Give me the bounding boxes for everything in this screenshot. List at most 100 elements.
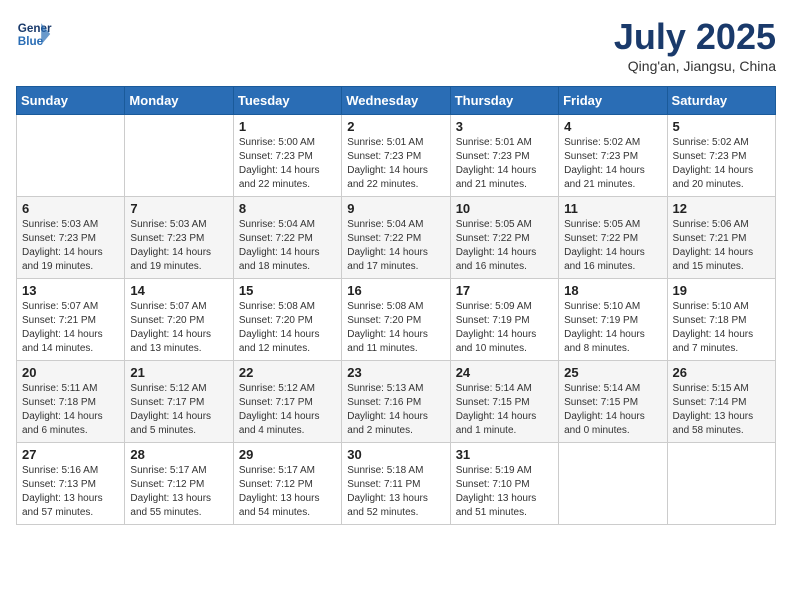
calendar-cell [17, 115, 125, 197]
day-number: 26 [673, 365, 770, 380]
day-number: 9 [347, 201, 444, 216]
weekday-header-saturday: Saturday [667, 87, 775, 115]
day-number: 15 [239, 283, 336, 298]
calendar-cell: 25Sunrise: 5:14 AM Sunset: 7:15 PM Dayli… [559, 361, 667, 443]
calendar-cell: 13 Sunrise: 5:07 AM Sunset: 7:21 PM Dayli… [17, 279, 125, 361]
calendar-cell: 15 Sunrise: 5:08 AM Sunset: 7:20 PM Dayli… [233, 279, 341, 361]
day-info: Sunrise: 5:17 AM Sunset: 7:12 PM Dayligh… [130, 464, 227, 520]
day-info: Sunrise: 5:05 AM Sunset: 7:22 PM Dayligh… [456, 218, 553, 274]
day-number: 22 [239, 365, 336, 380]
day-info: Sunrise: 5:05 AM Sunset: 7:22 PM Dayligh… [564, 218, 661, 274]
calendar-cell: 28 Sunrise: 5:17 AM Sunset: 7:12 PM Dayli… [125, 443, 233, 525]
day-info: Sunrise: 5:00 AM Sunset: 7:23 PM Dayligh… [239, 136, 336, 192]
day-info: Sunrise: 5:08 AM Sunset: 7:20 PM Dayligh… [347, 300, 444, 356]
day-info: Sunrise: 5:08 AM Sunset: 7:20 PM Dayligh… [239, 300, 336, 356]
logo: General Blue [16, 16, 52, 52]
day-info: Sunrise: 5:19 AM Sunset: 7:10 PM Dayligh… [456, 464, 553, 520]
weekday-header-friday: Friday [559, 87, 667, 115]
day-info: Sunrise: 5:14 AM Sunset: 7:15 PM Dayligh… [456, 382, 553, 438]
location: Qing'an, Jiangsu, China [614, 58, 776, 74]
calendar-cell [125, 115, 233, 197]
day-info: Sunrise: 5:18 AM Sunset: 7:11 PM Dayligh… [347, 464, 444, 520]
day-number: 24 [456, 365, 553, 380]
day-info: Sunrise: 5:15 AM Sunset: 7:14 PM Dayligh… [673, 382, 770, 438]
calendar-cell: 3 Sunrise: 5:01 AM Sunset: 7:23 PM Daylig… [450, 115, 558, 197]
week-row-2: 6 Sunrise: 5:03 AM Sunset: 7:23 PM Daylig… [17, 197, 776, 279]
calendar-cell: 27Sunrise: 5:16 AM Sunset: 7:13 PM Dayli… [17, 443, 125, 525]
weekday-header-wednesday: Wednesday [342, 87, 450, 115]
day-info: Sunrise: 5:14 AM Sunset: 7:15 PM Dayligh… [564, 382, 661, 438]
day-number: 6 [22, 201, 119, 216]
day-info: Sunrise: 5:07 AM Sunset: 7:20 PM Dayligh… [130, 300, 227, 356]
calendar-cell: 1 Sunrise: 5:00 AM Sunset: 7:23 PM Daylig… [233, 115, 341, 197]
day-number: 18 [564, 283, 661, 298]
day-number: 23 [347, 365, 444, 380]
calendar-cell: 16Sunrise: 5:08 AM Sunset: 7:20 PM Dayli… [342, 279, 450, 361]
day-info: Sunrise: 5:10 AM Sunset: 7:19 PM Dayligh… [564, 300, 661, 356]
day-number: 14 [130, 283, 227, 298]
day-info: Sunrise: 5:12 AM Sunset: 7:17 PM Dayligh… [239, 382, 336, 438]
day-number: 28 [130, 447, 227, 462]
weekday-header-thursday: Thursday [450, 87, 558, 115]
calendar-cell: 9Sunrise: 5:04 AM Sunset: 7:22 PM Daylig… [342, 197, 450, 279]
title-block: July 2025 Qing'an, Jiangsu, China [614, 16, 776, 74]
calendar-cell: 8 Sunrise: 5:04 AM Sunset: 7:22 PM Daylig… [233, 197, 341, 279]
calendar-cell: 24 Sunrise: 5:14 AM Sunset: 7:15 PM Dayli… [450, 361, 558, 443]
weekday-header-sunday: Sunday [17, 87, 125, 115]
calendar-cell: 30 Sunrise: 5:18 AM Sunset: 7:11 PM Dayli… [342, 443, 450, 525]
calendar-cell: 21Sunrise: 5:12 AM Sunset: 7:17 PM Dayli… [125, 361, 233, 443]
calendar-cell: 7Sunrise: 5:03 AM Sunset: 7:23 PM Daylig… [125, 197, 233, 279]
day-number: 3 [456, 119, 553, 134]
calendar-cell: 26 Sunrise: 5:15 AM Sunset: 7:14 PM Dayli… [667, 361, 775, 443]
day-number: 1 [239, 119, 336, 134]
logo-icon: General Blue [16, 16, 52, 52]
day-number: 10 [456, 201, 553, 216]
day-number: 13 [22, 283, 119, 298]
day-info: Sunrise: 5:07 AM Sunset: 7:21 PM Dayligh… [22, 300, 119, 356]
calendar-cell: 20 Sunrise: 5:11 AM Sunset: 7:18 PM Dayli… [17, 361, 125, 443]
day-info: Sunrise: 5:01 AM Sunset: 7:23 PM Dayligh… [456, 136, 553, 192]
calendar-cell [667, 443, 775, 525]
calendar-cell: 19Sunrise: 5:10 AM Sunset: 7:18 PM Dayli… [667, 279, 775, 361]
calendar-cell: 11 Sunrise: 5:05 AM Sunset: 7:22 PM Dayli… [559, 197, 667, 279]
day-info: Sunrise: 5:12 AM Sunset: 7:17 PM Dayligh… [130, 382, 227, 438]
day-info: Sunrise: 5:06 AM Sunset: 7:21 PM Dayligh… [673, 218, 770, 274]
calendar-cell: 17Sunrise: 5:09 AM Sunset: 7:19 PM Dayli… [450, 279, 558, 361]
svg-text:Blue: Blue [18, 35, 44, 48]
calendar-cell: 5Sunrise: 5:02 AM Sunset: 7:23 PM Daylig… [667, 115, 775, 197]
day-info: Sunrise: 5:03 AM Sunset: 7:23 PM Dayligh… [130, 218, 227, 274]
month-title: July 2025 [614, 16, 776, 58]
calendar-table: SundayMondayTuesdayWednesdayThursdayFrid… [16, 86, 776, 525]
week-row-4: 20 Sunrise: 5:11 AM Sunset: 7:18 PM Dayli… [17, 361, 776, 443]
day-info: Sunrise: 5:10 AM Sunset: 7:18 PM Dayligh… [673, 300, 770, 356]
calendar-cell: 31 Sunrise: 5:19 AM Sunset: 7:10 PM Dayli… [450, 443, 558, 525]
calendar-cell: 29 Sunrise: 5:17 AM Sunset: 7:12 PM Dayli… [233, 443, 341, 525]
day-info: Sunrise: 5:17 AM Sunset: 7:12 PM Dayligh… [239, 464, 336, 520]
day-info: Sunrise: 5:04 AM Sunset: 7:22 PM Dayligh… [239, 218, 336, 274]
day-number: 20 [22, 365, 119, 380]
day-number: 30 [347, 447, 444, 462]
page-header: General Blue July 2025 Qing'an, Jiangsu,… [16, 16, 776, 74]
day-number: 27 [22, 447, 119, 462]
calendar-cell [559, 443, 667, 525]
day-info: Sunrise: 5:03 AM Sunset: 7:23 PM Dayligh… [22, 218, 119, 274]
weekday-header-monday: Monday [125, 87, 233, 115]
calendar-cell: 23Sunrise: 5:13 AM Sunset: 7:16 PM Dayli… [342, 361, 450, 443]
day-number: 12 [673, 201, 770, 216]
day-number: 29 [239, 447, 336, 462]
calendar-cell: 22 Sunrise: 5:12 AM Sunset: 7:17 PM Dayli… [233, 361, 341, 443]
day-number: 31 [456, 447, 553, 462]
calendar-cell: 10 Sunrise: 5:05 AM Sunset: 7:22 PM Dayli… [450, 197, 558, 279]
weekday-header-tuesday: Tuesday [233, 87, 341, 115]
day-number: 8 [239, 201, 336, 216]
day-info: Sunrise: 5:11 AM Sunset: 7:18 PM Dayligh… [22, 382, 119, 438]
weekday-header-row: SundayMondayTuesdayWednesdayThursdayFrid… [17, 87, 776, 115]
day-number: 11 [564, 201, 661, 216]
day-number: 2 [347, 119, 444, 134]
calendar-cell: 18 Sunrise: 5:10 AM Sunset: 7:19 PM Dayli… [559, 279, 667, 361]
day-number: 4 [564, 119, 661, 134]
day-info: Sunrise: 5:02 AM Sunset: 7:23 PM Dayligh… [564, 136, 661, 192]
calendar-cell: 4 Sunrise: 5:02 AM Sunset: 7:23 PM Daylig… [559, 115, 667, 197]
week-row-1: 1 Sunrise: 5:00 AM Sunset: 7:23 PM Daylig… [17, 115, 776, 197]
day-number: 17 [456, 283, 553, 298]
